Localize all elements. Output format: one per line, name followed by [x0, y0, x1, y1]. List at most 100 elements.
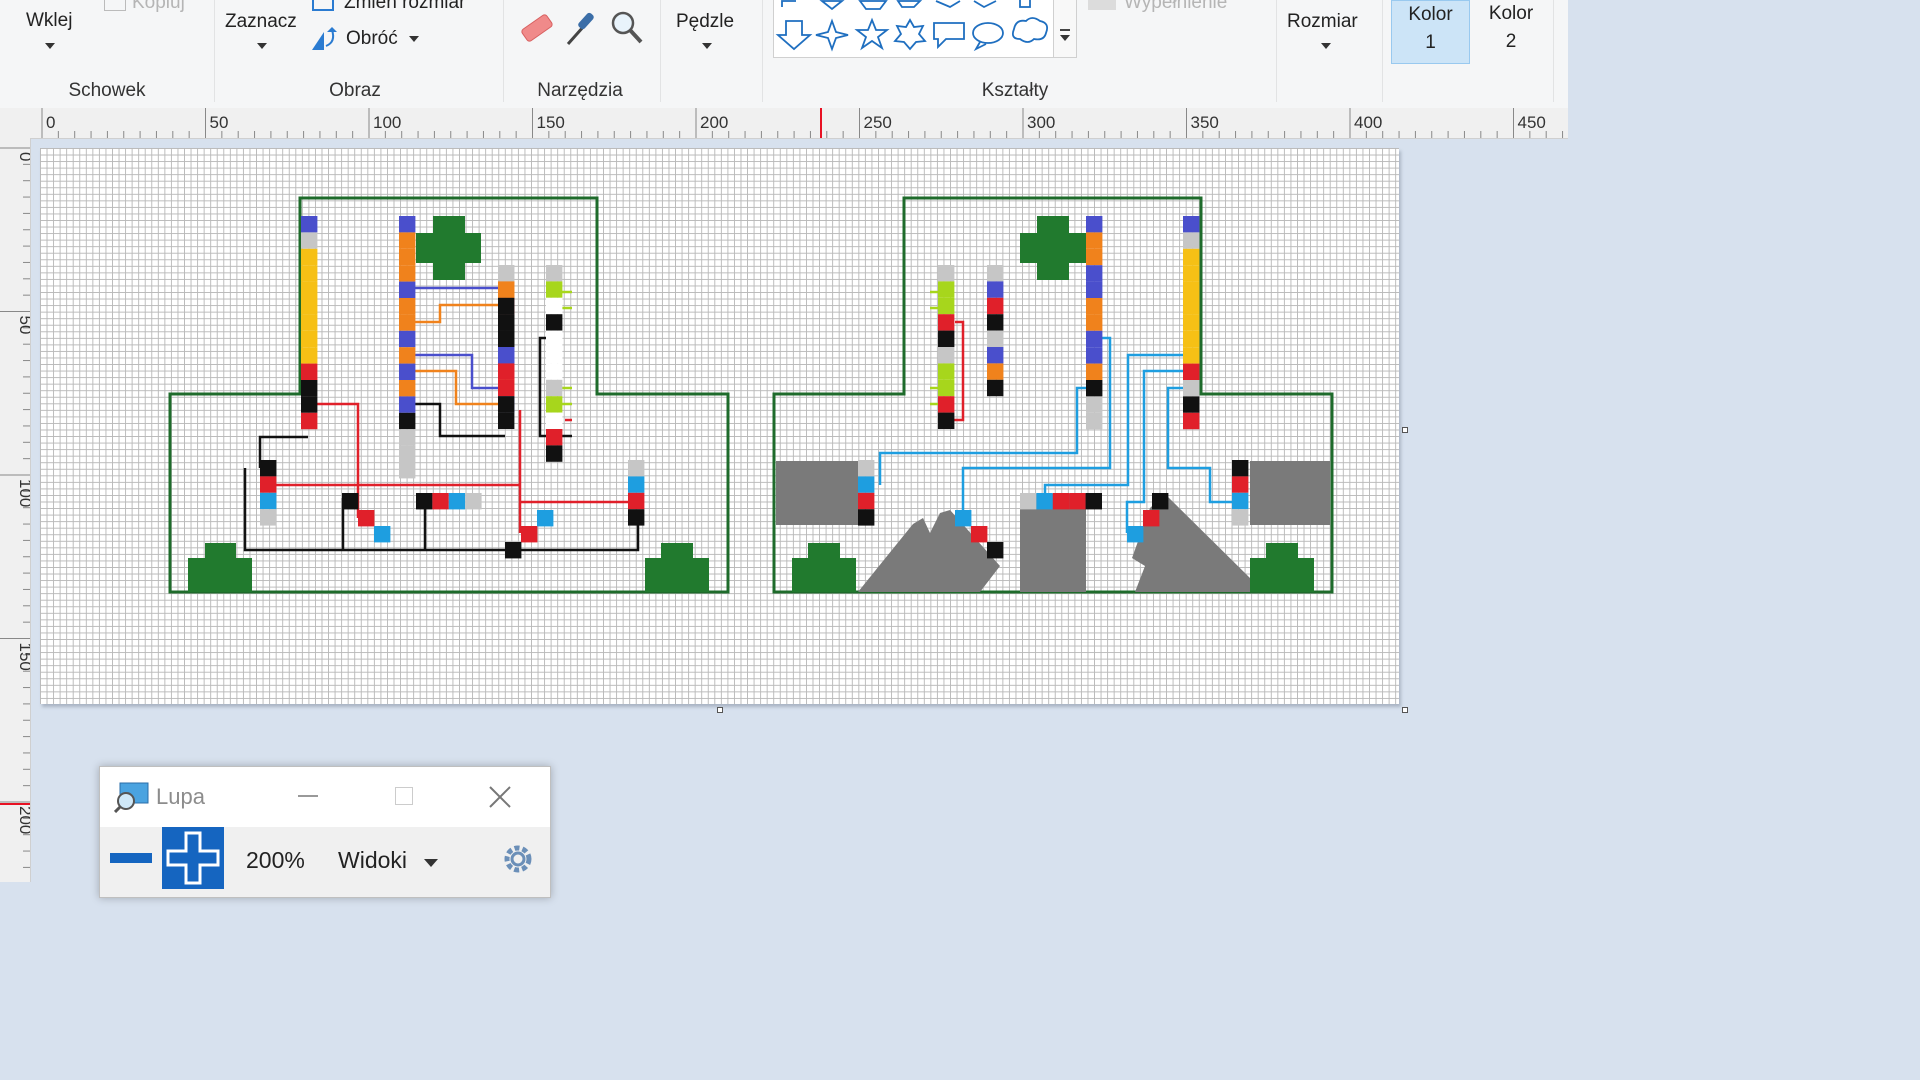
block-pixel	[498, 379, 515, 397]
close-icon[interactable]	[488, 785, 512, 809]
resize-handle-corner[interactable]	[1402, 707, 1408, 713]
block-pixel	[938, 347, 955, 364]
fill-button[interactable]: Wypełnienie	[1088, 0, 1227, 14]
bush	[645, 543, 709, 592]
block-pixel	[1183, 232, 1200, 249]
copy-button[interactable]: Kopiuj	[104, 0, 185, 14]
size-button[interactable]: Rozmiar	[1287, 11, 1358, 33]
minimize-button[interactable]	[298, 795, 318, 797]
rock	[858, 510, 1000, 592]
block-pixel	[858, 476, 875, 493]
shapes-gallery[interactable]	[773, 0, 1055, 58]
block-pixel	[938, 330, 955, 347]
magnifier-titlebar[interactable]: Lupa	[100, 767, 550, 827]
select-dropdown-icon[interactable]	[257, 43, 267, 49]
color-picker-icon[interactable]	[562, 8, 600, 48]
block-pixel	[301, 314, 318, 331]
block-pixel	[546, 347, 563, 364]
copy-icon	[104, 0, 126, 11]
block-pixel	[260, 492, 277, 510]
block-pixel	[1183, 380, 1200, 397]
block-pixel	[301, 265, 318, 282]
block-pixel	[1085, 493, 1102, 510]
drawing-canvas[interactable]	[40, 148, 1408, 713]
block-pixel	[399, 396, 416, 413]
color2-button[interactable]: Kolor 2	[1476, 0, 1546, 64]
block-pixel	[399, 248, 416, 266]
pixel-art-drawing	[168, 196, 1334, 594]
ruler-label: 450	[1518, 113, 1546, 132]
views-dropdown[interactable]: Widoki	[336, 841, 446, 877]
block-pixel	[1086, 265, 1103, 282]
block-pixel	[938, 363, 955, 380]
brushes-button[interactable]: Pędzle	[676, 11, 734, 33]
block-pixel	[505, 542, 522, 559]
block-pixel	[955, 510, 972, 527]
maximize-button[interactable]	[395, 787, 413, 805]
select-button[interactable]: Zaznacz	[225, 11, 297, 33]
paste-label: Wklej	[26, 10, 73, 31]
block-pixel	[521, 526, 538, 543]
block-pixel	[301, 412, 318, 430]
block-pixel	[628, 509, 645, 526]
color2-label: Kolor	[1488, 3, 1534, 24]
group-label-schowek: Schowek	[68, 80, 146, 101]
block-pixel	[546, 379, 563, 397]
zoom-in-button[interactable]	[162, 827, 224, 889]
ruler-label: 150	[537, 113, 565, 132]
brushes-dropdown-icon[interactable]	[702, 43, 712, 49]
clover	[416, 216, 481, 280]
color1-button[interactable]: Kolor 1	[1391, 0, 1470, 64]
bush	[1250, 543, 1314, 592]
block-pixel	[498, 314, 515, 331]
block-pixel	[399, 363, 416, 380]
resize-handle-right[interactable]	[1402, 427, 1408, 433]
block-pixel	[260, 476, 277, 493]
bush	[188, 543, 252, 592]
color2-number: 2	[1505, 31, 1517, 52]
paste-dropdown-icon[interactable]	[45, 43, 55, 49]
size-dropdown-icon[interactable]	[1321, 43, 1331, 49]
block-pixel	[1183, 314, 1200, 331]
ruler-label: 50	[210, 113, 229, 132]
rotate-button[interactable]: Obróć	[310, 26, 420, 52]
group-separator	[214, 0, 215, 102]
paste-button[interactable]: Wklej	[26, 10, 72, 32]
block-pixel	[301, 347, 318, 364]
block-pixel	[938, 281, 955, 298]
block-pixel	[1086, 412, 1103, 430]
magnifier-tool-icon[interactable]	[608, 8, 646, 48]
block-pixel	[498, 412, 515, 429]
block-pixel	[628, 460, 645, 477]
resize-button[interactable]: Zmień rozmiar	[312, 0, 465, 14]
group-label-narzedzia: Narzędzia	[537, 80, 623, 101]
resize-handle-bottom[interactable]	[717, 707, 723, 713]
eraser-icon[interactable]	[518, 10, 556, 46]
block-pixel	[987, 314, 1004, 331]
rotate-label: Obróć	[346, 28, 398, 50]
block-pixel	[498, 396, 515, 413]
block-pixel	[987, 297, 1004, 315]
settings-gear-icon[interactable]	[500, 841, 536, 877]
block-pixel	[938, 412, 955, 429]
ruler-label: 400	[1354, 113, 1382, 132]
magnifier-app-icon	[114, 782, 149, 813]
zoom-level: 200%	[246, 847, 305, 873]
block-pixel	[260, 460, 277, 477]
block-pixel	[1086, 216, 1103, 233]
block-pixel	[301, 380, 318, 397]
resize-icon	[312, 0, 334, 11]
block-pixel	[987, 542, 1004, 559]
group-label-ksztalty: Kształty	[981, 80, 1049, 101]
block-pixel	[546, 314, 563, 331]
block-pixel	[938, 297, 955, 315]
block-pixel	[301, 216, 318, 233]
block-pixel	[301, 330, 318, 348]
zoom-out-button[interactable]	[100, 827, 162, 889]
fill-label: Wypełnienie	[1124, 0, 1228, 13]
ruler-label: 200	[700, 113, 728, 132]
magnifier-window: Lupa 200% Widoki	[99, 766, 551, 898]
block-pixel	[1183, 412, 1200, 430]
shapes-scroll-button[interactable]	[1053, 0, 1077, 58]
block-pixel	[1232, 460, 1249, 477]
